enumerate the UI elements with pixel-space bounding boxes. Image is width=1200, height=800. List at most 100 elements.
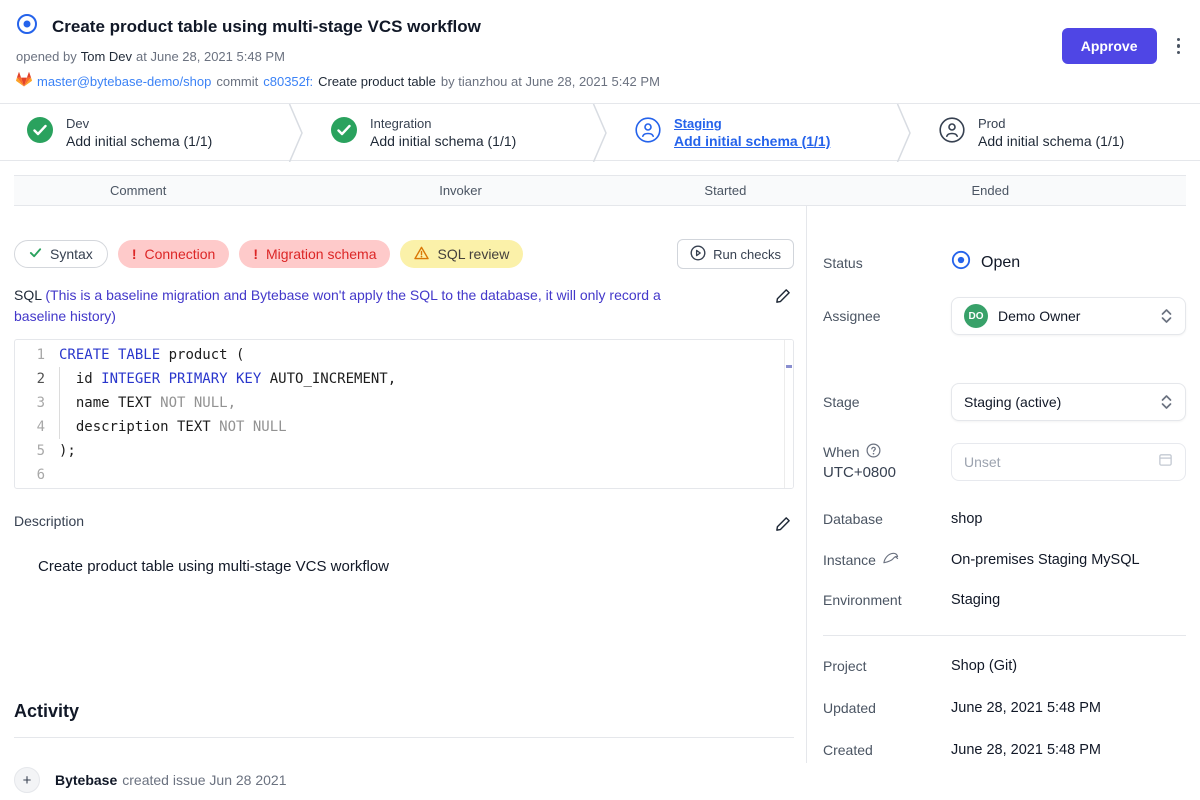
chevron-updown-icon: [1160, 308, 1173, 324]
updated-label: Updated: [823, 700, 951, 716]
when-label: When UTC+0800: [823, 443, 951, 481]
divider: [14, 737, 794, 738]
stage-task-link[interactable]: Add initial schema (1/1): [674, 133, 830, 149]
main-panel: Syntax ! Connection ! Migration schema S…: [0, 206, 806, 763]
stage-task: Add initial schema (1/1): [978, 133, 1124, 149]
instance-label: Instance: [823, 551, 951, 568]
check-badge-sql-review[interactable]: SQL review: [400, 240, 523, 268]
created-row: Created June 28, 2021 5:48 PM: [823, 742, 1186, 758]
status-label: Status: [823, 255, 951, 271]
commit-line: master@bytebase-demo/shop commit c80352f…: [16, 72, 1184, 90]
indent-guide: [59, 367, 76, 391]
stage-done-icon: [27, 117, 53, 148]
stage-row: Stage Staging (active): [823, 383, 1186, 421]
approve-button[interactable]: Approve: [1062, 28, 1157, 64]
when-timezone: UTC+0800: [823, 464, 951, 481]
stage-separator: [896, 104, 912, 160]
project-label: Project: [823, 658, 951, 674]
column-header-ended: Ended: [971, 183, 1009, 198]
task-table-header: Comment Invoker Started Ended: [14, 175, 1186, 206]
line-number: 5: [15, 439, 59, 463]
assignee-label: Assignee: [823, 308, 951, 324]
stage-separator: [288, 104, 304, 160]
status-badge: Open: [951, 250, 1020, 275]
when-datepicker[interactable]: [951, 443, 1186, 481]
stage-dev[interactable]: Dev Add initial schema (1/1): [0, 104, 288, 160]
activity-text: created issue Jun 28 2021: [122, 772, 286, 788]
database-label: Database: [823, 511, 951, 527]
edit-sql-pencil-icon[interactable]: [772, 285, 794, 310]
exclamation-icon: !: [132, 246, 137, 262]
help-icon[interactable]: [866, 443, 881, 461]
environment-label: Environment: [823, 592, 951, 608]
stage-done-icon: [331, 117, 357, 148]
issue-status-icon: [16, 13, 38, 40]
sql-section-header: SQL (This is a baseline migration and By…: [14, 285, 794, 327]
instance-row: Instance On-premises Staging MySQL: [823, 551, 1186, 568]
commit-message: Create product table: [318, 74, 436, 89]
line-number: 3: [15, 391, 59, 415]
stage-name: Staging: [674, 116, 830, 131]
instance-value: On-premises Staging MySQL: [951, 552, 1140, 568]
assignee-select[interactable]: DO Demo Owner: [951, 297, 1186, 335]
check-badge-syntax[interactable]: Syntax: [14, 240, 108, 268]
gitlab-icon: [16, 72, 32, 90]
opener-name: Tom Dev: [81, 49, 132, 64]
description-label: Description: [14, 513, 84, 529]
updated-value: June 28, 2021 5:48 PM: [951, 700, 1101, 716]
stage-task: Add initial schema (1/1): [66, 133, 212, 149]
activity-heading: Activity: [14, 701, 806, 722]
kebab-menu-icon[interactable]: [1173, 34, 1185, 59]
line-number: 1: [15, 343, 59, 367]
commit-meta: by tianzhou at June 28, 2021 5:42 PM: [441, 74, 660, 89]
status-row: Status Open: [823, 250, 1186, 275]
play-circle-icon: [690, 245, 706, 264]
editor-overview-ruler[interactable]: [784, 340, 793, 488]
stage-name: Prod: [978, 116, 1124, 131]
branch-repo-link[interactable]: master@bytebase-demo/shop: [37, 74, 211, 89]
description-section-header: Description: [14, 513, 794, 538]
stage-select[interactable]: Staging (active): [951, 383, 1186, 421]
sql-baseline-note: (This is a baseline migration and Byteba…: [14, 287, 661, 324]
column-header-started: Started: [704, 183, 746, 198]
when-input[interactable]: [964, 454, 1158, 470]
indent-guide: [59, 415, 76, 439]
opened-by-line: opened by Tom Dev at June 28, 2021 5:48 …: [16, 49, 1184, 64]
assignee-row: Assignee DO Demo Owner: [823, 297, 1186, 335]
stage-name: Dev: [66, 116, 212, 131]
created-value: June 28, 2021 5:48 PM: [951, 742, 1101, 758]
environment-row: Environment Staging: [823, 592, 1186, 608]
sql-label: SQL: [14, 287, 42, 303]
run-checks-button[interactable]: Run checks: [677, 239, 794, 269]
line-number: 4: [15, 415, 59, 439]
calendar-icon: [1158, 452, 1173, 472]
edit-description-pencil-icon[interactable]: [772, 513, 794, 538]
updated-row: Updated June 28, 2021 5:48 PM: [823, 700, 1186, 716]
plus-icon: +: [14, 767, 40, 793]
check-badge-migration-schema[interactable]: ! Migration schema: [239, 240, 390, 268]
check-badges-row: Syntax ! Connection ! Migration schema S…: [14, 239, 794, 269]
stage-integration[interactable]: Integration Add initial schema (1/1): [304, 104, 592, 160]
stage-staging[interactable]: Staging Add initial schema (1/1): [608, 104, 896, 160]
stage-person-icon: [939, 117, 965, 148]
stage-pipeline: Dev Add initial schema (1/1) Integration…: [0, 103, 1200, 161]
line-number: 2: [15, 367, 59, 391]
sql-code-editor[interactable]: 1CREATE TABLE product ( 2id INTEGER PRIM…: [14, 339, 794, 489]
when-row: When UTC+0800: [823, 443, 1186, 481]
column-header-comment: Comment: [110, 183, 166, 198]
chevron-updown-icon: [1160, 394, 1173, 410]
indent-guide: [59, 391, 76, 415]
activity-actor: Bytebase: [55, 772, 117, 788]
stage-name: Integration: [370, 116, 516, 131]
line-number: 6: [15, 463, 59, 487]
project-value: Shop (Git): [951, 658, 1017, 674]
commit-hash-link[interactable]: c80352f:: [263, 74, 313, 89]
divider: [823, 635, 1186, 636]
warning-triangle-icon: [414, 246, 429, 263]
check-icon: [29, 246, 42, 262]
check-badge-connection[interactable]: ! Connection: [118, 240, 230, 268]
created-label: Created: [823, 742, 951, 758]
page-title: Create product table using multi-stage V…: [52, 17, 481, 37]
stage-prod[interactable]: Prod Add initial schema (1/1): [912, 104, 1200, 160]
database-row: Database shop: [823, 511, 1186, 527]
